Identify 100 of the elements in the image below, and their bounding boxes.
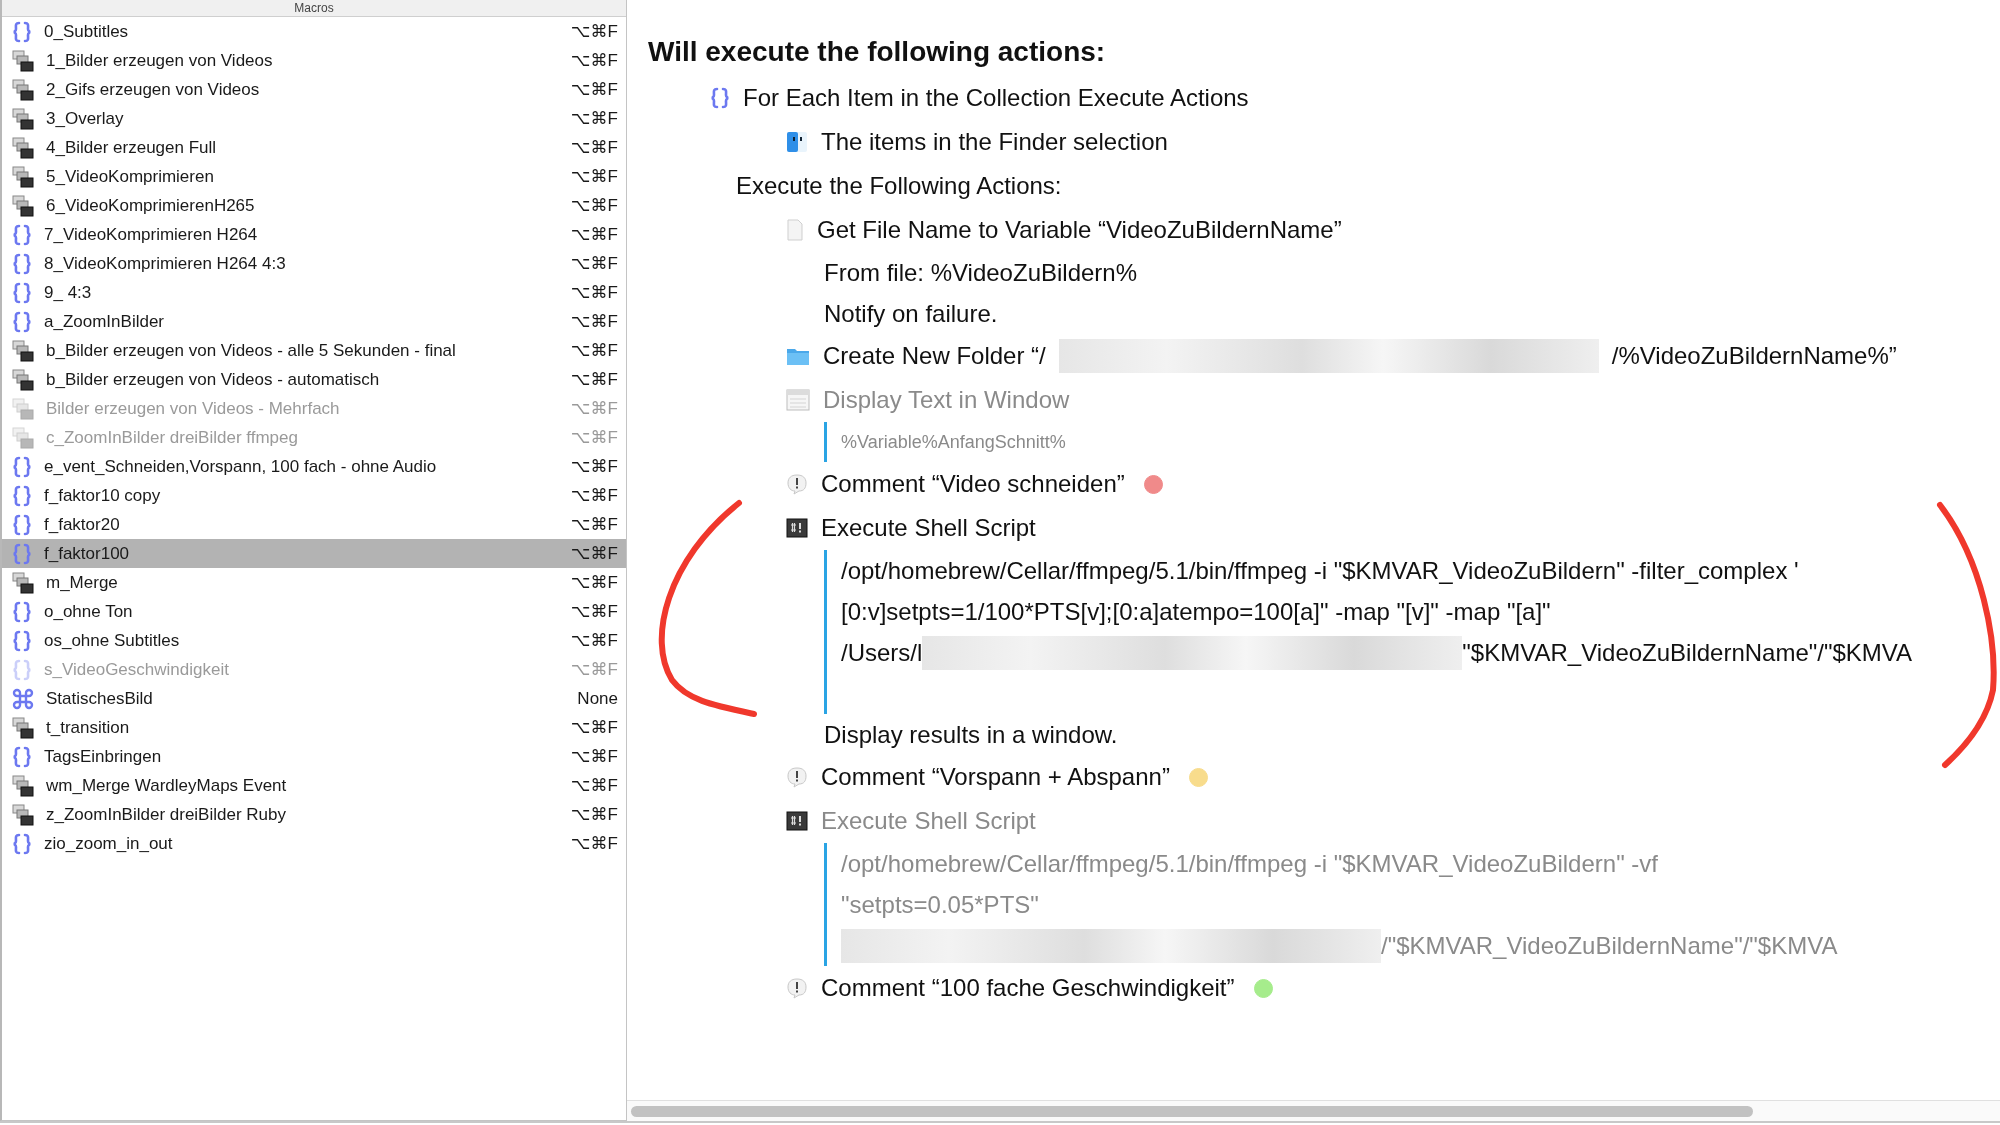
macro-row[interactable]: a_ZoomInBilder ⌥⌘F xyxy=(2,307,626,336)
macro-row[interactable]: 2_Gifs erzeugen von Videos ⌥⌘F xyxy=(2,75,626,104)
macro-row[interactable]: 7_VideoKomprimieren H264 ⌥⌘F xyxy=(2,220,626,249)
stacked-windows-icon xyxy=(12,165,34,188)
shortcut-label: ⌥⌘F xyxy=(571,108,618,129)
column-header[interactable]: Macros xyxy=(294,1,334,15)
action-title[interactable]: Create New Folder “/ xyxy=(823,342,1046,370)
macro-row[interactable]: os_ohne Subtitles ⌥⌘F xyxy=(2,626,626,655)
speech-bubble-icon xyxy=(786,977,808,999)
macro-name: 6_VideoKomprimierenH265 xyxy=(46,195,256,216)
macro-row[interactable]: 4_Bilder erzeugen Full ⌥⌘F xyxy=(2,133,626,162)
macro-row[interactable]: 8_VideoKomprimieren H264 4:3 ⌥⌘F xyxy=(2,249,626,278)
finder-icon xyxy=(786,131,808,153)
macro-row[interactable]: b_Bilder erzeugen von Videos - automatisch ⌥⌘F xyxy=(2,365,626,394)
macro-name: 7_VideoKomprimieren H264 xyxy=(44,224,259,245)
macro-name: 5_VideoKomprimieren xyxy=(46,166,215,187)
macro-name: s_VideoGeschwindigkeit xyxy=(44,659,230,680)
section-heading: Will execute the following actions: xyxy=(648,36,1106,67)
macro-row[interactable]: zio_zoom_in_out ⌥⌘F xyxy=(2,829,626,858)
script-line: "setpts=0.05*PTS" xyxy=(841,890,1039,919)
stacked-windows-icon xyxy=(12,368,34,391)
macro-row[interactable]: wm_Merge WardleyMaps Event ⌥⌘F xyxy=(2,771,626,800)
macro-row[interactable]: 0_Subtitles ⌥⌘F xyxy=(2,17,626,46)
macro-name: o_ohne Ton xyxy=(44,601,134,622)
macro-row[interactable]: 1_Bilder erzeugen von Videos ⌥⌘F xyxy=(2,46,626,75)
stacked-windows-icon xyxy=(12,194,34,217)
shortcut-label: ⌥⌘F xyxy=(571,456,618,477)
macro-row[interactable]: f_faktor20 ⌥⌘F xyxy=(2,510,626,539)
shortcut-label: ⌥⌘F xyxy=(571,282,618,303)
macro-name: 2_Gifs erzeugen von Videos xyxy=(46,79,261,100)
macro-name: wm_Merge WardleyMaps Event xyxy=(46,775,288,796)
shortcut-label: ⌥⌘F xyxy=(571,514,618,535)
action-title[interactable]: Execute Shell Script xyxy=(821,514,1036,542)
macro-name: zio_zoom_in_out xyxy=(44,833,174,854)
scrollbar-thumb[interactable] xyxy=(631,1105,1753,1117)
macro-name: 9_ 4:3 xyxy=(44,282,93,303)
shortcut-label: ⌥⌘F xyxy=(571,21,618,42)
shortcut-label: ⌥⌘F xyxy=(571,485,618,506)
shortcut-label: ⌥⌘F xyxy=(571,804,618,825)
action-detail: From file: %VideoZuBildern% xyxy=(824,258,1138,287)
macro-name: f_faktor20 xyxy=(44,514,121,535)
document-icon xyxy=(786,219,804,241)
stacked-windows-icon xyxy=(12,774,34,797)
section-label: Execute the Following Actions: xyxy=(736,172,1062,200)
macro-name: c_ZoomInBilder dreiBilder ffmpeg xyxy=(46,427,299,448)
macro-row[interactable]: 5_VideoKomprimieren ⌥⌘F xyxy=(2,162,626,191)
shortcut-label: ⌥⌘F xyxy=(571,746,618,767)
stacked-windows-icon xyxy=(12,136,34,159)
macro-name: b_Bilder erzeugen von Videos - alle 5 Sekunden - final xyxy=(46,340,457,361)
macro-row[interactable]: StatischesBild None xyxy=(2,684,626,713)
macro-name: a_ZoomInBilder xyxy=(44,311,165,332)
macro-row[interactable]: 3_Overlay ⌥⌘F xyxy=(2,104,626,133)
braces-icon xyxy=(12,745,32,768)
macro-row[interactable]: o_ohne Ton ⌥⌘F xyxy=(2,597,626,626)
action-title[interactable]: Comment “100 fache Geschwindigkeit” xyxy=(821,974,1235,1002)
stacked-windows-icon xyxy=(12,571,34,594)
shortcut-label: ⌥⌘F xyxy=(571,398,618,419)
macro-name: 0_Subtitles xyxy=(44,21,130,42)
macro-name: Bilder erzeugen von Videos - Mehrfach xyxy=(46,398,341,419)
shortcut-label: ⌥⌘F xyxy=(571,340,618,361)
stacked-windows-icon xyxy=(12,803,34,826)
shortcut-label: ⌥⌘F xyxy=(571,601,618,622)
braces-icon xyxy=(12,629,32,652)
terminal-icon xyxy=(786,811,808,831)
shortcut-label: ⌥⌘F xyxy=(571,659,618,680)
stacked-windows-icon xyxy=(12,339,34,362)
shortcut-label: ⌥⌘F xyxy=(571,50,618,71)
action-title[interactable]: Get File Name to Variable “VideoZuBildernName” xyxy=(817,216,1342,244)
action-title[interactable]: Comment “Vorspann + Abspann” xyxy=(821,763,1170,791)
macro-row[interactable]: f_faktor10 copy ⌥⌘F xyxy=(2,481,626,510)
macro-row[interactable]: t_transition ⌥⌘F xyxy=(2,713,626,742)
macro-row[interactable]: z_ZoomInBilder dreiBilder Ruby ⌥⌘F xyxy=(2,800,626,829)
macro-name: StatischesBild xyxy=(46,688,154,709)
braces-icon xyxy=(12,513,32,536)
macro-row[interactable]: b_Bilder erzeugen von Videos - alle 5 Sekunden - final ⌥⌘F xyxy=(2,336,626,365)
macro-row[interactable]: m_Merge ⌥⌘F xyxy=(2,568,626,597)
shortcut-label: ⌥⌘F xyxy=(571,166,618,187)
shortcut-label: ⌥⌘F xyxy=(571,137,618,158)
macro-row[interactable]: TagsEinbringen ⌥⌘F xyxy=(2,742,626,771)
macro-name: 4_Bilder erzeugen Full xyxy=(46,137,218,158)
macro-name: f_faktor10 copy xyxy=(44,485,162,506)
shortcut-label: ⌥⌘F xyxy=(571,833,618,854)
braces-icon xyxy=(12,600,32,623)
shortcut-label: ⌥⌘F xyxy=(571,369,618,390)
macro-row[interactable]: e_vent_Schneiden,Vorspann, 100 fach - ohne Audio ⌥⌘F xyxy=(2,452,626,481)
action-detail: Notify on failure. xyxy=(824,299,998,328)
macro-name: z_ZoomInBilder dreiBilder Ruby xyxy=(46,804,287,825)
action-title[interactable]: Comment “Video schneiden” xyxy=(821,470,1125,498)
script-line: /opt/homebrew/Cellar/ffmpeg/5.1/bin/ffmpeg -i "$KMVAR_VideoZuBildern" -filter_complex ' xyxy=(841,556,1799,585)
macro-row[interactable]: f_faktor100 ⌥⌘F xyxy=(2,539,626,568)
shortcut-label: ⌥⌘F xyxy=(571,224,618,245)
macro-name: e_vent_Schneiden,Vorspann, 100 fach - ohne Audio xyxy=(44,456,438,477)
braces-icon xyxy=(12,20,32,43)
action-title[interactable]: For Each Item in the Collection Execute Actions xyxy=(743,84,1249,112)
script-line: %Variable%AnfangSchnitt% xyxy=(841,431,1066,453)
braces-icon xyxy=(12,252,32,275)
stacked-windows-icon xyxy=(12,107,34,130)
macro-row[interactable]: 6_VideoKomprimierenH265 ⌥⌘F xyxy=(2,191,626,220)
stacked-windows-icon xyxy=(12,426,34,449)
macro-row[interactable]: 9_ 4:3 ⌥⌘F xyxy=(2,278,626,307)
